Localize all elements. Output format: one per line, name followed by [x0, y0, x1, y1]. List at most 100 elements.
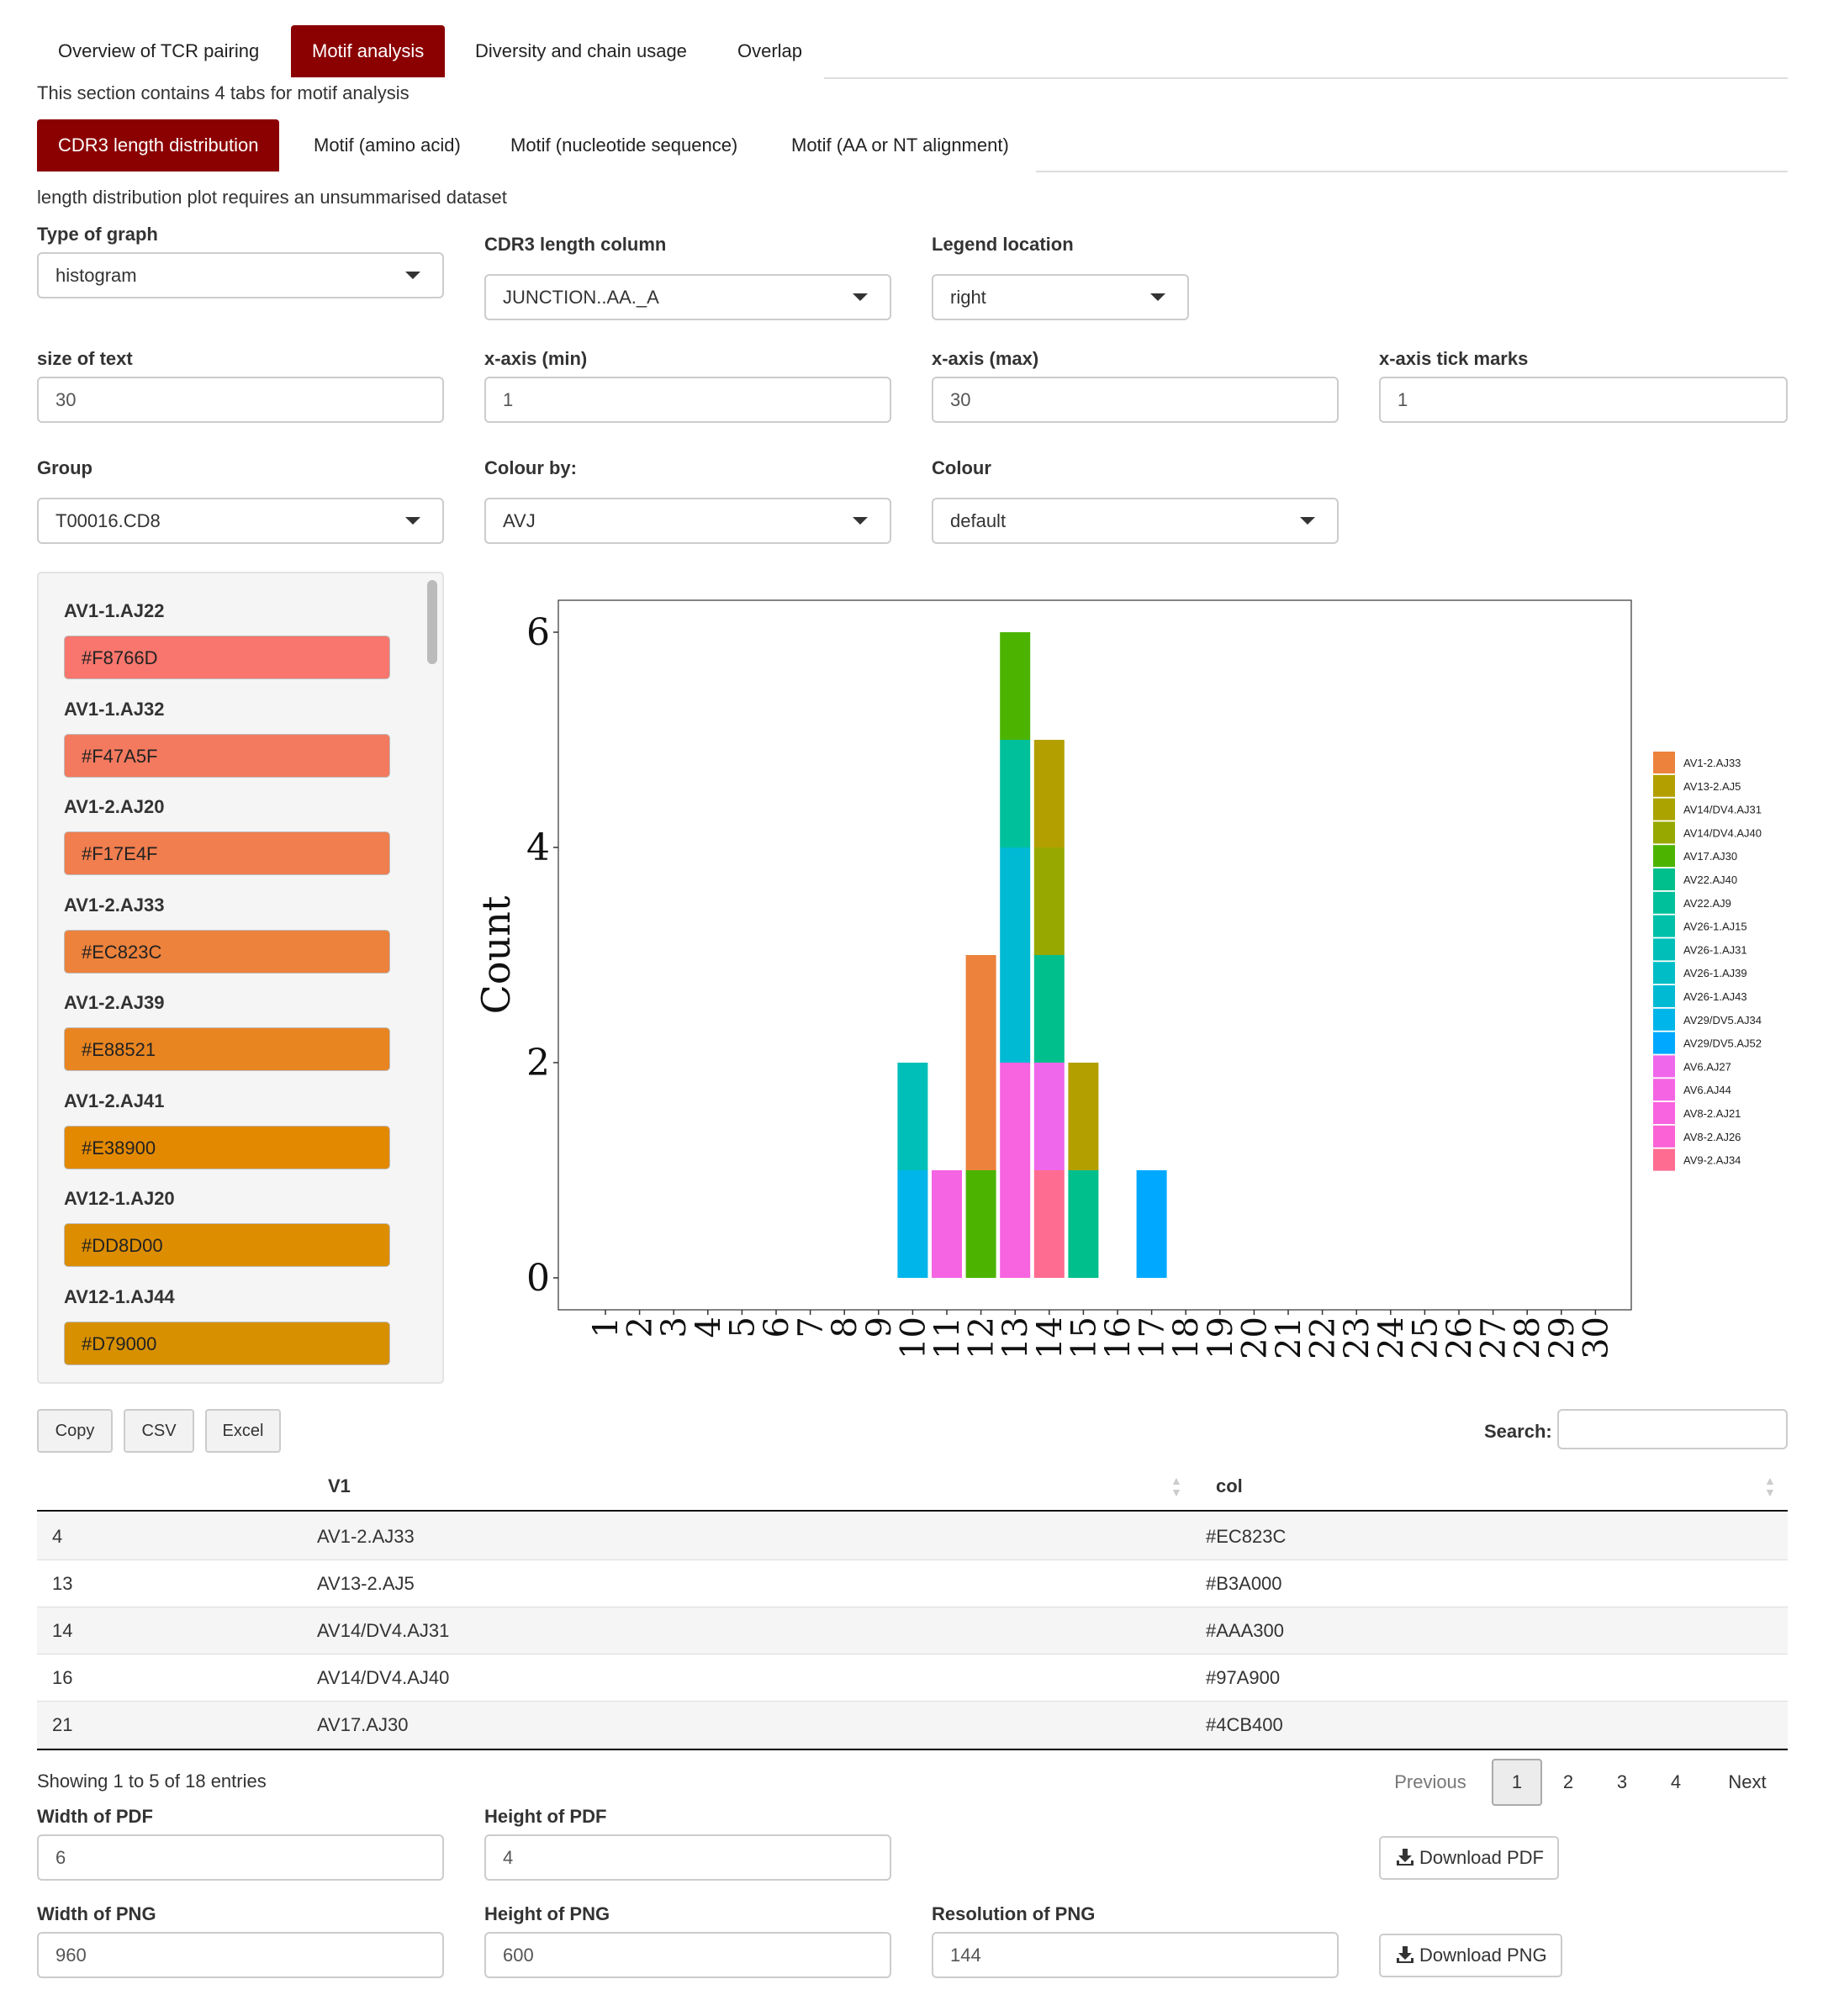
chevron-down-icon [1150, 293, 1165, 301]
table-row[interactable]: 4 AV1-2.AJ33 #EC823C [37, 1513, 1788, 1560]
x-tick-label: 16 [1099, 1317, 1138, 1359]
legend-label: AV22.AJ40 [1683, 873, 1737, 886]
table-info: Showing 1 to 5 of 18 entries [37, 1771, 267, 1792]
download-pdf-button[interactable]: Download PDF [1379, 1836, 1559, 1880]
download-icon [1397, 1946, 1413, 1963]
subtab-underline [1036, 171, 1788, 172]
x-axis-min-label: x-axis (min) [484, 348, 588, 369]
legend-label: AV26-1.AJ15 [1683, 921, 1747, 933]
colour-input-field[interactable]: #E38900 [64, 1125, 390, 1169]
pagination-page-1[interactable]: 1 [1492, 1759, 1542, 1806]
colour-value: default [950, 510, 1007, 531]
legend-label: AV26-1.AJ39 [1683, 967, 1747, 979]
pagination-page-2[interactable]: 2 [1547, 1759, 1589, 1806]
tab-diversity-chain-usage[interactable]: Diversity and chain usage [454, 25, 708, 77]
png-resolution-input[interactable]: 144 [932, 1932, 1339, 1978]
table-row[interactable]: 14 AV14/DV4.AJ31 #AAA300 [37, 1607, 1788, 1654]
tab-motif-analysis[interactable]: Motif analysis [291, 25, 446, 77]
type-of-graph-select[interactable]: histogram [37, 252, 444, 298]
tab-overlap[interactable]: Overlap [716, 25, 823, 77]
download-pdf-label: Download PDF [1419, 1847, 1544, 1868]
colour-by-select[interactable]: AVJ [484, 498, 891, 544]
colour-input-field[interactable]: #F47A5F [64, 733, 390, 778]
csv-button[interactable]: CSV [124, 1409, 194, 1453]
colour-input-label: AV1-2.AJ39 [64, 992, 165, 1013]
col-header-col[interactable]: col [1216, 1463, 1243, 1510]
copy-button[interactable]: Copy [37, 1409, 113, 1453]
col-cell: #EC823C [1206, 1526, 1287, 1547]
scrollbar-thumb[interactable] [427, 580, 437, 664]
x-tick-label: 7 [792, 1317, 831, 1338]
legend-label: AV17.AJ30 [1683, 850, 1737, 863]
pagination-previous[interactable]: Previous [1384, 1759, 1477, 1806]
colour-select[interactable]: default [932, 498, 1339, 544]
chevron-down-icon [853, 517, 868, 525]
colour-input-field[interactable]: #E88521 [64, 1027, 390, 1071]
colour-input-group: AV1-1.AJ22 #F8766D [64, 600, 390, 679]
legend-label: AV1-2.AJ33 [1683, 757, 1741, 769]
colour-picker-panel[interactable]: AV1-1.AJ22 #F8766D AV1-1.AJ32 #F47A5F AV1-2.… [37, 572, 444, 1384]
sort-icon[interactable]: ▲ ▼ [1170, 1475, 1182, 1498]
tab-overview-tcr-pairing[interactable]: Overview of TCR pairing [37, 25, 280, 77]
x-axis-min-input[interactable]: 1 [484, 377, 891, 423]
colour-input-label: AV1-2.AJ33 [64, 894, 165, 916]
subtab-motif-alignment[interactable]: Motif (AA or NT alignment) [770, 119, 1030, 172]
subtab-motif-nt[interactable]: Motif (nucleotide sequence) [489, 119, 758, 172]
bar-segment [1033, 1170, 1065, 1278]
download-png-label: Download PNG [1419, 1945, 1547, 1966]
cdr3-length-column-select[interactable]: JUNCTION..AA._A [484, 274, 891, 320]
chevron-down-icon [1300, 517, 1315, 525]
pdf-width-input[interactable]: 6 [37, 1834, 444, 1881]
v1-cell: AV1-2.AJ33 [317, 1526, 415, 1547]
colour-input-field[interactable]: #F17E4F [64, 831, 390, 875]
sort-icon[interactable]: ▲ ▼ [1764, 1475, 1776, 1498]
chevron-down-icon [405, 517, 420, 525]
table-row[interactable]: 21 AV17.AJ30 #4CB400 [37, 1702, 1788, 1749]
colour-input-label: AV1-2.AJ20 [64, 796, 165, 817]
v1-cell: AV13-2.AJ5 [317, 1573, 415, 1594]
row-index-cell: 4 [52, 1526, 63, 1547]
colour-input-field[interactable]: #DD8D00 [64, 1223, 390, 1267]
legend-location-select[interactable]: right [932, 274, 1189, 320]
colour-input-label: AV12-1.AJ20 [64, 1188, 175, 1209]
subtab-cdr3-length[interactable]: CDR3 length distribution [37, 119, 280, 172]
x-tick-label: 14 [1031, 1317, 1070, 1359]
excel-button[interactable]: Excel [205, 1409, 281, 1453]
pagination-page-4[interactable]: 4 [1655, 1759, 1697, 1806]
pdf-height-label: Height of PDF [484, 1806, 607, 1827]
subtab-motif-aa[interactable]: Motif (amino acid) [293, 119, 482, 172]
col-header-v1[interactable]: V1 [328, 1463, 351, 1510]
x-tick-label: 25 [1406, 1317, 1445, 1359]
legend-label: AV29/DV5.AJ34 [1683, 1014, 1762, 1026]
x-axis-tick-marks-input[interactable]: 1 [1379, 377, 1788, 423]
pagination-page-3[interactable]: 3 [1601, 1759, 1643, 1806]
colour-input-field[interactable]: #D79000 [64, 1321, 390, 1365]
legend-key [1653, 962, 1675, 984]
table-header: V1 ▲ ▼ col ▲ ▼ [37, 1463, 1788, 1512]
legend-key [1653, 1148, 1675, 1171]
group-select[interactable]: T00016.CD8 [37, 498, 444, 544]
search-input[interactable] [1557, 1409, 1788, 1449]
table-row[interactable]: 16 AV14/DV4.AJ40 #97A900 [37, 1654, 1788, 1702]
x-tick-label: 17 [1133, 1317, 1172, 1359]
legend-key [1653, 774, 1675, 797]
colour-by-value: AVJ [503, 510, 536, 531]
colour-input-field[interactable]: #F8766D [64, 636, 390, 679]
pagination-next[interactable]: Next [1715, 1759, 1779, 1806]
size-of-text-input[interactable]: 30 [37, 377, 444, 423]
x-tick-label: 19 [1202, 1317, 1240, 1359]
bar-segment [897, 1063, 928, 1170]
pdf-height-input[interactable]: 4 [484, 1834, 891, 1881]
x-tick-label: 13 [996, 1317, 1035, 1359]
x-axis-max-input[interactable]: 30 [932, 377, 1339, 423]
table-row[interactable]: 13 AV13-2.AJ5 #B3A000 [37, 1560, 1788, 1607]
png-width-input[interactable]: 960 [37, 1932, 444, 1978]
legend-location-label: Legend location [932, 234, 1074, 255]
colour-input-field[interactable]: #EC823C [64, 929, 390, 974]
download-png-button[interactable]: Download PNG [1379, 1934, 1562, 1977]
colour-input-group: AV1-2.AJ41 #E38900 [64, 1090, 390, 1169]
colour-by-label: Colour by: [484, 457, 577, 478]
png-height-input[interactable]: 600 [484, 1932, 891, 1978]
col-cell: #AAA300 [1206, 1620, 1284, 1641]
legend-label: AV8-2.AJ26 [1683, 1131, 1741, 1143]
